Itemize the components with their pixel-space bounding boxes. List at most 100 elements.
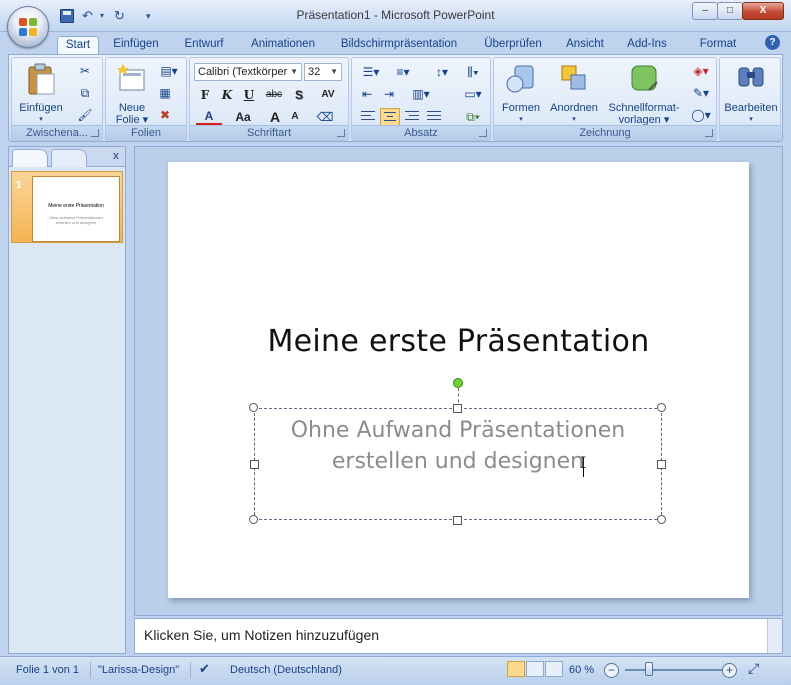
italic-button[interactable]: K [218,86,236,104]
resize-handle-bl[interactable] [249,515,258,524]
font-name-combo[interactable]: Calibri (Textkörper ▼ [194,63,302,81]
tab-animationen[interactable]: Animationen [244,36,322,54]
slides-tab-icon[interactable] [12,149,48,167]
resize-handle-br[interactable] [657,515,666,524]
resize-handle-tl[interactable] [249,403,258,412]
edit-button[interactable]: Bearbeiten ▾ [722,62,780,126]
zoom-slider[interactable] [625,669,725,671]
resize-handle-bottom[interactable] [453,516,462,525]
justify-icon[interactable] [424,108,444,126]
shadow-button[interactable]: S [290,86,308,104]
shape-effects-icon[interactable]: ◯▾ [688,106,714,124]
normal-view-icon[interactable] [507,661,525,677]
zoom-level[interactable]: 60 % [569,664,594,676]
change-case-button[interactable]: Aa [228,108,258,126]
cut-icon[interactable]: ✂ [76,62,94,80]
resize-handle-right[interactable] [657,460,666,469]
resize-handle-left[interactable] [250,460,259,469]
rotate-handle[interactable] [453,378,463,388]
shrink-font-button[interactable]: A [286,108,304,126]
pane-tabs: x [9,147,125,167]
copy-icon[interactable]: ⧉ [76,84,94,102]
char-spacing-button[interactable]: AV [314,86,342,104]
tab-entwurf[interactable]: Entwurf [178,36,230,54]
tab-ansicht[interactable]: Ansicht [560,36,610,54]
chevron-down-icon: ▼ [290,67,298,76]
tab-format[interactable]: Format [693,36,743,54]
close-button[interactable]: X [742,2,784,20]
arrange-label: Anordnen [550,102,598,114]
outline-tab-icon[interactable] [51,149,87,167]
shape-fill-icon[interactable]: ◈▾ [688,62,714,80]
zoom-in-icon[interactable]: + [722,663,737,678]
drawing-launcher-icon[interactable] [705,129,713,137]
subtitle-text[interactable]: Ohne Aufwand Präsentationen erstellen un… [255,415,661,477]
bullets-icon[interactable]: ☰▾ [358,63,384,81]
arrange-button[interactable]: Anordnen ▾ [548,62,600,126]
decrease-indent-icon[interactable]: ⇤ [358,85,376,103]
tab-bildschirmpraesentation[interactable]: Bildschirmpräsentation [334,36,464,54]
delete-slide-icon[interactable]: ✖ [156,106,174,124]
binoculars-icon [738,67,764,87]
resize-handle-tr[interactable] [657,403,666,412]
tab-add-ins[interactable]: Add-Ins [621,36,673,54]
subtitle-line-2[interactable]: erstellen und designen [255,446,661,477]
tab-start[interactable]: Start [57,36,99,54]
zoom-out-icon[interactable]: − [604,663,619,678]
tab-einfuegen[interactable]: Einfügen [107,36,165,54]
clipboard-launcher-icon[interactable] [91,129,99,137]
office-button[interactable] [7,6,49,48]
align-text-icon[interactable]: ▭▾ [460,85,486,103]
grow-font-button[interactable]: A [266,108,284,126]
tab-ueberpruefen[interactable]: Überprüfen [478,36,548,54]
text-direction-icon[interactable]: ▥▾ [408,85,434,103]
close-icon[interactable]: x [113,150,119,162]
notes-placeholder[interactable]: Klicken Sie, um Notizen hinzuzufügen [144,627,379,643]
quick-styles-button[interactable]: Schnellformat- vorlagen ▾ [604,62,684,126]
align-center-icon[interactable] [380,108,400,126]
shapes-button[interactable]: Formen ▾ [498,62,544,126]
format-painter-icon[interactable]: 🖌 [76,106,94,124]
numbering-icon[interactable]: ≡▾ [390,63,416,81]
reset-icon[interactable]: ▦ [156,84,174,102]
paragraph-launcher-icon[interactable] [479,129,487,137]
help-icon[interactable]: ? [765,35,780,50]
minimize-button[interactable]: – [692,2,718,20]
group-paragraph: ☰▾ ≡▾ ↕▾ ⫼▾ ⇤ ⇥ ▥▾ ▭▾ ⧉▾ Absatz [351,57,491,141]
zoom-slider-thumb[interactable] [645,662,653,676]
slide[interactable]: Meine erste Präsentation Ohne Aufwand Pr… [168,162,749,598]
slideshow-icon[interactable] [545,661,563,677]
font-launcher-icon[interactable] [337,129,345,137]
subtitle-placeholder[interactable]: Ohne Aufwand Präsentationen erstellen un… [254,408,662,520]
language-indicator[interactable]: Deutsch (Deutschland) [230,664,342,676]
clear-formatting-icon[interactable]: ⌫ [316,108,334,126]
line-spacing-icon[interactable]: ↕▾ [428,63,456,81]
slide-sorter-icon[interactable] [526,661,544,677]
slide-thumbnail[interactable]: 1 Meine erste Präsentation Ohne Aufwand … [11,171,123,243]
smartart-icon[interactable]: ⧉▾ [460,108,486,126]
layout-icon[interactable]: ▤▾ [156,62,182,80]
spelling-check-icon[interactable]: ✔ [199,661,210,677]
font-size-combo[interactable]: 32 ▼ [304,63,342,81]
columns-icon[interactable]: ⫼▾ [460,63,486,81]
increase-indent-icon[interactable]: ⇥ [380,85,398,103]
resize-handle-top[interactable] [453,404,462,413]
underline-button[interactable]: U [240,86,258,104]
paste-button[interactable]: Einfügen ▾ [16,62,66,126]
align-left-icon[interactable] [358,108,378,126]
slide-title[interactable]: Meine erste Präsentation [168,324,749,359]
shape-outline-icon[interactable]: ✎▾ [688,84,714,102]
font-color-button[interactable]: A [196,108,222,126]
maximize-button[interactable]: □ [717,2,743,20]
fit-to-window-icon[interactable]: ⤢ [748,660,759,677]
arrange-icon [561,65,586,90]
align-right-icon[interactable] [402,108,422,126]
bold-button[interactable]: F [196,86,214,104]
strikethrough-button[interactable]: abc [262,86,286,104]
quick-styles-icon [631,65,658,91]
subtitle-line-1[interactable]: Ohne Aufwand Präsentationen [255,415,661,446]
window-title: Präsentation1 - Microsoft PowerPoint [296,8,495,22]
notes-pane[interactable]: Klicken Sie, um Notizen hinzuzufügen [134,618,783,654]
new-slide-button[interactable]: Neue Folie ▾ [110,62,154,126]
notes-scrollbar[interactable] [767,619,782,653]
